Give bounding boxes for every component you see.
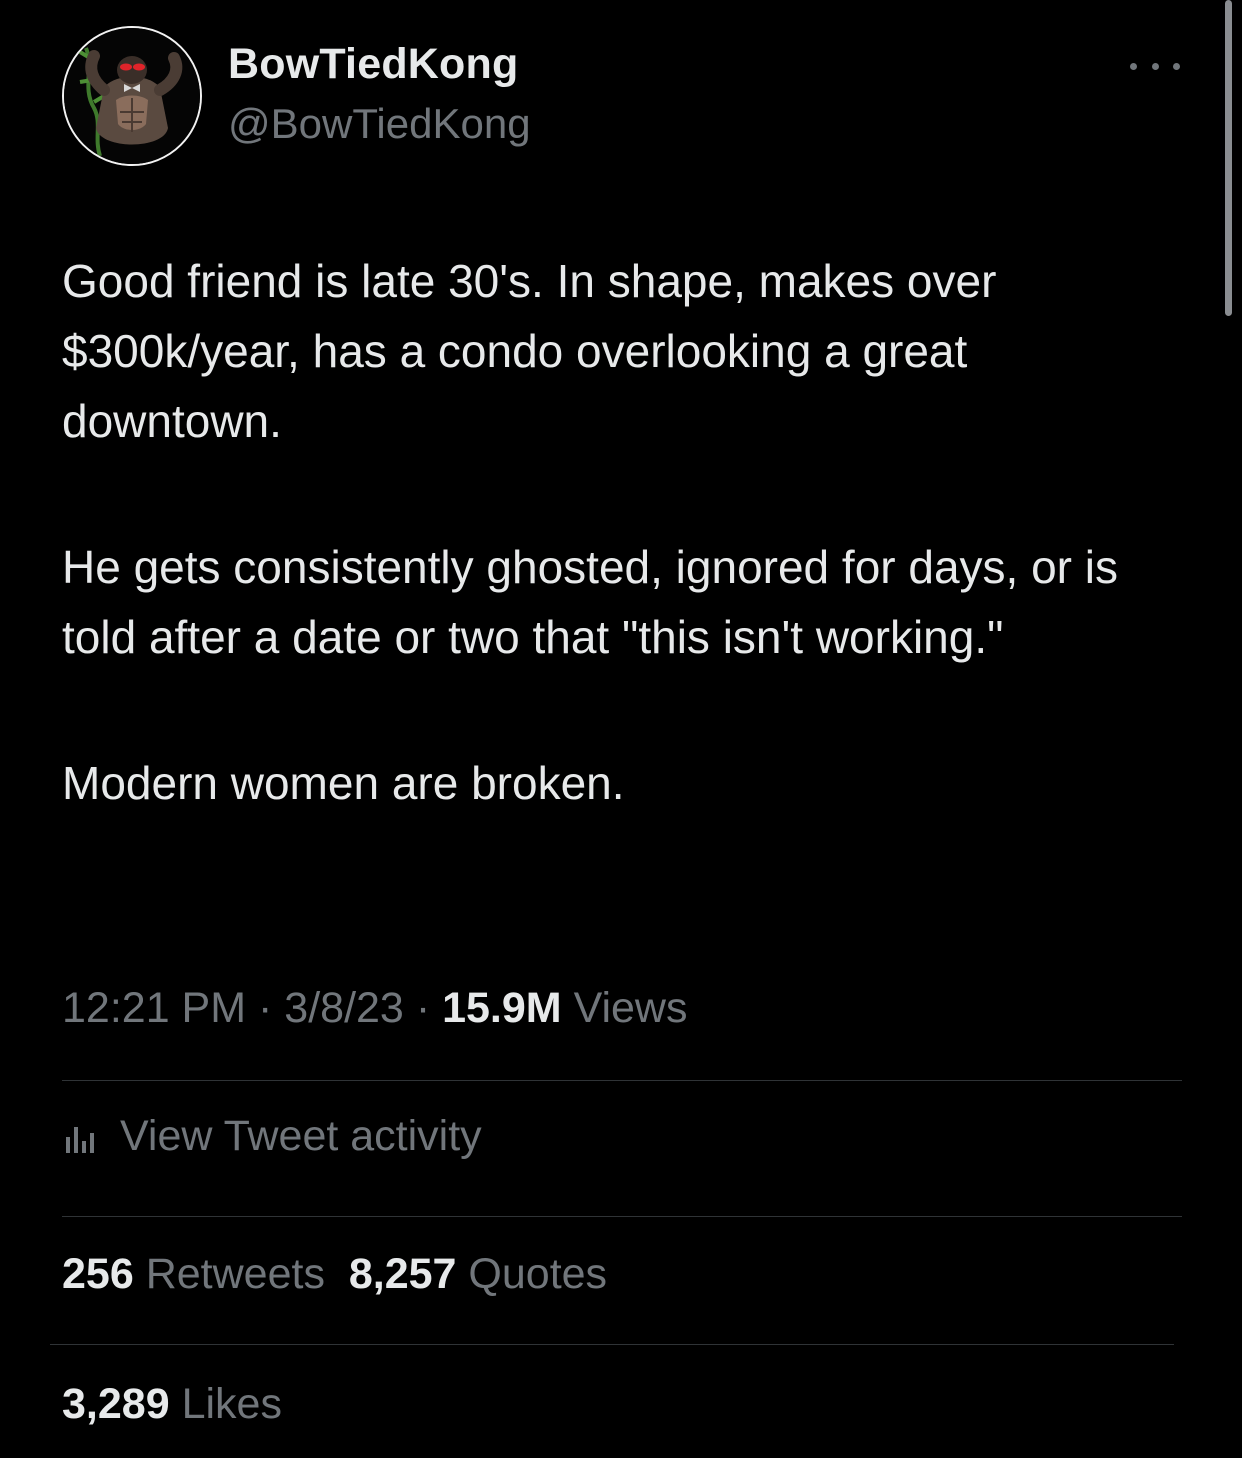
likes-count: 3,289 [62, 1380, 170, 1428]
quotes-label: Quotes [468, 1250, 608, 1298]
view-tweet-activity-button[interactable]: View Tweet activity [62, 1112, 482, 1161]
tweet-paragraph: Modern women are broken. [62, 757, 625, 809]
divider [50, 1344, 1174, 1345]
likes-link[interactable]: 3,289 Likes [62, 1380, 282, 1429]
engagement-stats: 256 Retweets 8,257 Quotes [62, 1250, 607, 1299]
quotes-count: 8,257 [348, 1250, 457, 1298]
views-count: 15.9M [442, 984, 562, 1032]
tweet-meta: 12:21 PM · 3/8/23 · 15.9M Views [62, 984, 688, 1033]
gorilla-avatar-icon [64, 28, 200, 164]
meta-separator: · [415, 984, 431, 1032]
more-horizontal-icon [1173, 62, 1180, 70]
views-label: Views [573, 984, 688, 1032]
more-options-button[interactable] [1130, 54, 1180, 78]
retweets-count: 256 [62, 1250, 134, 1298]
divider [62, 1216, 1182, 1217]
scrollbar[interactable] [1225, 0, 1232, 316]
more-horizontal-icon [1151, 62, 1159, 70]
retweets-link[interactable]: 256 Retweets [62, 1250, 325, 1298]
divider [62, 1080, 1182, 1081]
tweet-date[interactable]: 3/8/23 [284, 984, 404, 1032]
more-horizontal-icon [1130, 62, 1137, 70]
tweet-time[interactable]: 12:21 PM [62, 984, 246, 1032]
tweet-text: Good friend is late 30's. In shape, make… [62, 246, 1192, 818]
quotes-link[interactable]: 8,257 Quotes [349, 1250, 607, 1298]
bar-chart-icon [66, 1126, 94, 1153]
author-avatar[interactable] [62, 26, 202, 166]
view-tweet-activity-label: View Tweet activity [120, 1112, 482, 1160]
meta-separator: · [258, 984, 273, 1032]
retweets-label: Retweets [145, 1250, 325, 1298]
tweet-paragraph: He gets consistently ghosted, ignored fo… [62, 541, 1119, 663]
author-display-name[interactable]: BowTiedKong [228, 40, 518, 89]
tweet-paragraph: Good friend is late 30's. In shape, make… [62, 255, 997, 447]
likes-label: Likes [181, 1380, 282, 1428]
author-handle[interactable]: @BowTiedKong [228, 100, 531, 148]
